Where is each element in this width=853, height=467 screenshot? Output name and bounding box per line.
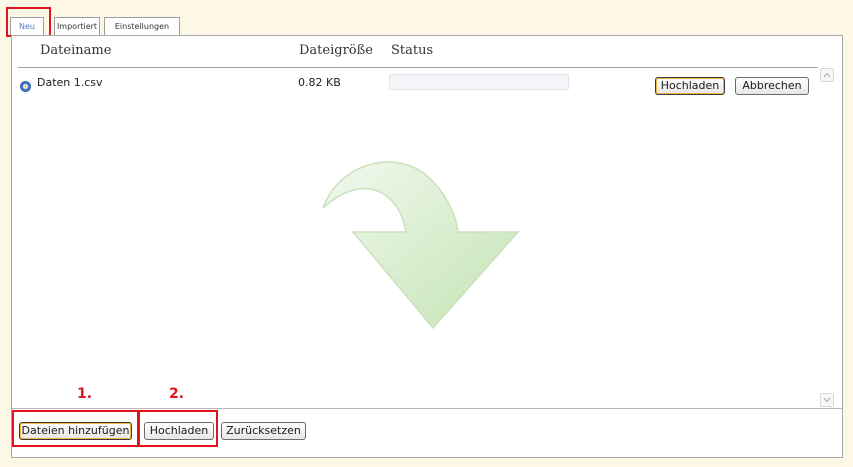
info-icon — [20, 77, 31, 92]
step-2-label: 2. — [169, 386, 185, 402]
reset-button[interactable]: Zurücksetzen — [221, 422, 306, 440]
row-upload-button[interactable]: Hochladen — [655, 77, 725, 95]
footer-divider — [12, 408, 842, 409]
file-row: Daten 1.csv 0.82 KB Hochladen Abbrechen — [18, 73, 818, 95]
column-header-status[interactable]: Status — [391, 43, 433, 58]
scroll-down-button[interactable] — [820, 393, 834, 407]
tab-importiert[interactable]: Importiert — [54, 17, 100, 35]
step-1-label: 1. — [77, 386, 93, 402]
column-header-dateigroesse[interactable]: Dateigröße — [299, 43, 373, 58]
upload-button[interactable]: Hochladen — [144, 422, 214, 440]
tab-einstellungen[interactable]: Einstellungen — [104, 17, 180, 35]
file-list-scrollbar[interactable] — [820, 68, 834, 407]
row-cancel-button[interactable]: Abbrechen — [735, 77, 809, 95]
upload-progress-bar — [389, 74, 569, 90]
tab-neu-highlight — [6, 7, 51, 37]
drop-arrow-icon — [322, 161, 520, 330]
file-name: Daten 1.csv — [37, 76, 103, 89]
add-files-button[interactable]: Dateien hinzufügen — [19, 422, 132, 440]
file-size: 0.82 KB — [298, 76, 341, 89]
header-divider — [18, 67, 818, 68]
chevron-up-icon — [823, 72, 831, 78]
scroll-up-button[interactable] — [820, 68, 834, 82]
column-header-dateiname[interactable]: Dateiname — [40, 43, 111, 58]
chevron-down-icon — [823, 397, 831, 403]
